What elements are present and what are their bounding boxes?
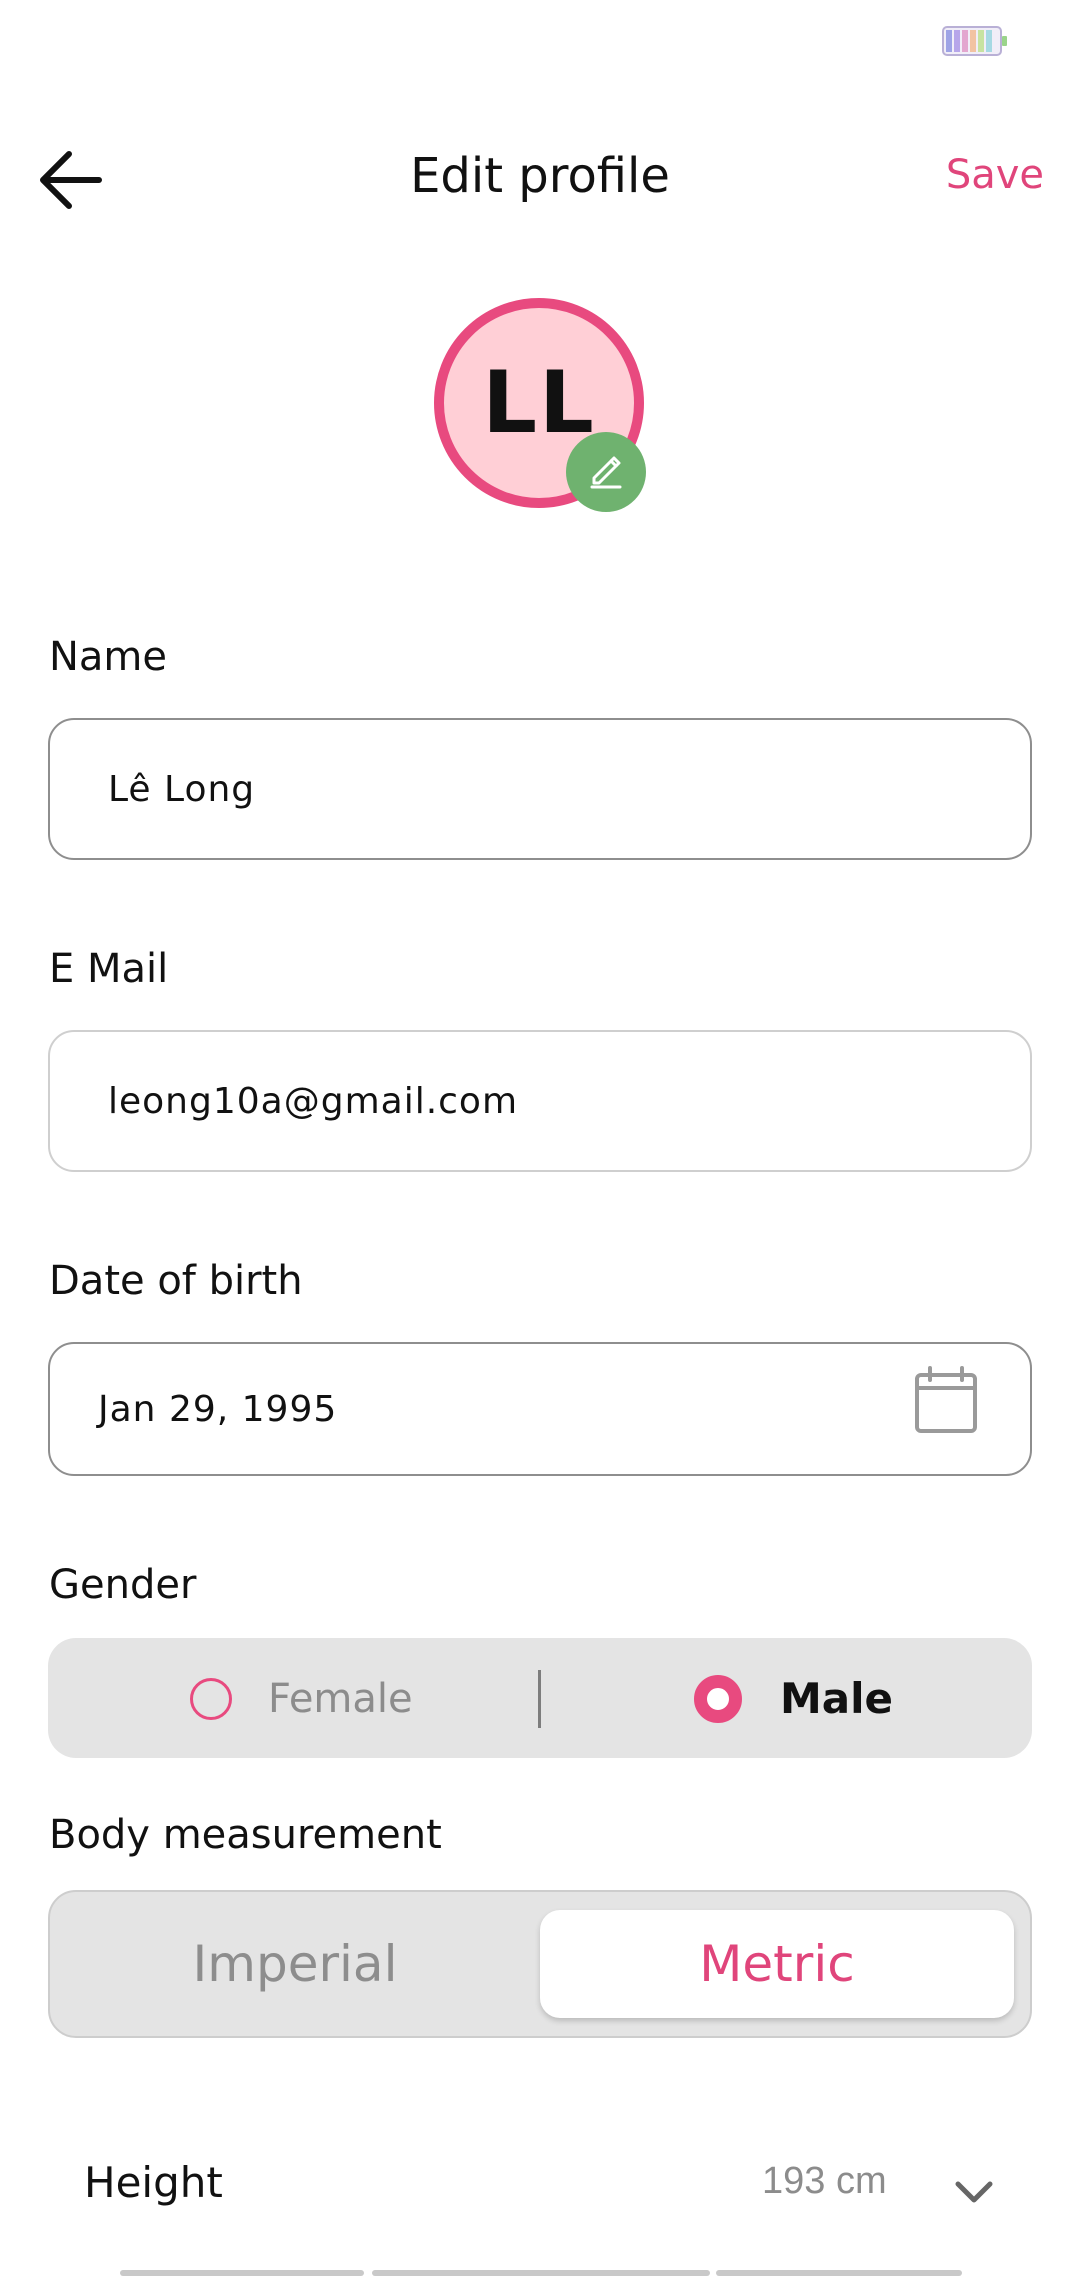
save-button[interactable]: Save [946,152,1044,198]
gender-option-label: Male [780,1674,894,1723]
avatar-initials: LL [482,353,596,453]
measurement-toggle: Imperial Metric [48,1890,1032,2038]
height-value: 193 cm [762,2160,887,2202]
height-label: Height [84,2158,223,2207]
dob-label: Date of birth [49,1258,303,1304]
edit-avatar-button[interactable] [566,432,646,512]
divider [538,1670,541,1728]
height-row[interactable]: Height 193 cm [48,2140,1032,2240]
chevron-down-icon [952,2170,996,2214]
dob-value: Jan 29, 1995 [98,1388,338,1430]
dob-field[interactable]: Jan 29, 1995 [48,1342,1032,1476]
name-field[interactable]: Lê Long [48,718,1032,860]
battery-icon [942,26,1008,56]
calendar-icon[interactable] [914,1366,978,1434]
body-measurement-label: Body measurement [49,1812,442,1858]
gender-selector: Female Male [48,1638,1032,1758]
divider [716,2270,962,2276]
pencil-icon [586,450,626,495]
radio-selected-icon [694,1674,742,1723]
radio-unselected-icon [190,1678,232,1720]
segment-imperial[interactable]: Imperial [50,1892,540,2036]
gender-option-male[interactable]: Male [694,1674,893,1723]
email-value: leong10a@gmail.com [108,1080,519,1122]
name-value: Lê Long [108,768,256,810]
gender-option-label: Female [268,1676,413,1722]
divider [120,2270,364,2276]
gender-option-female[interactable]: Female [190,1676,413,1722]
page-title: Edit profile [410,148,670,204]
email-label: E Mail [49,946,169,992]
segment-metric[interactable]: Metric [540,1910,1014,2018]
gender-label: Gender [49,1562,197,1608]
email-field[interactable]: leong10a@gmail.com [48,1030,1032,1172]
name-label: Name [49,634,168,680]
divider [372,2270,710,2276]
